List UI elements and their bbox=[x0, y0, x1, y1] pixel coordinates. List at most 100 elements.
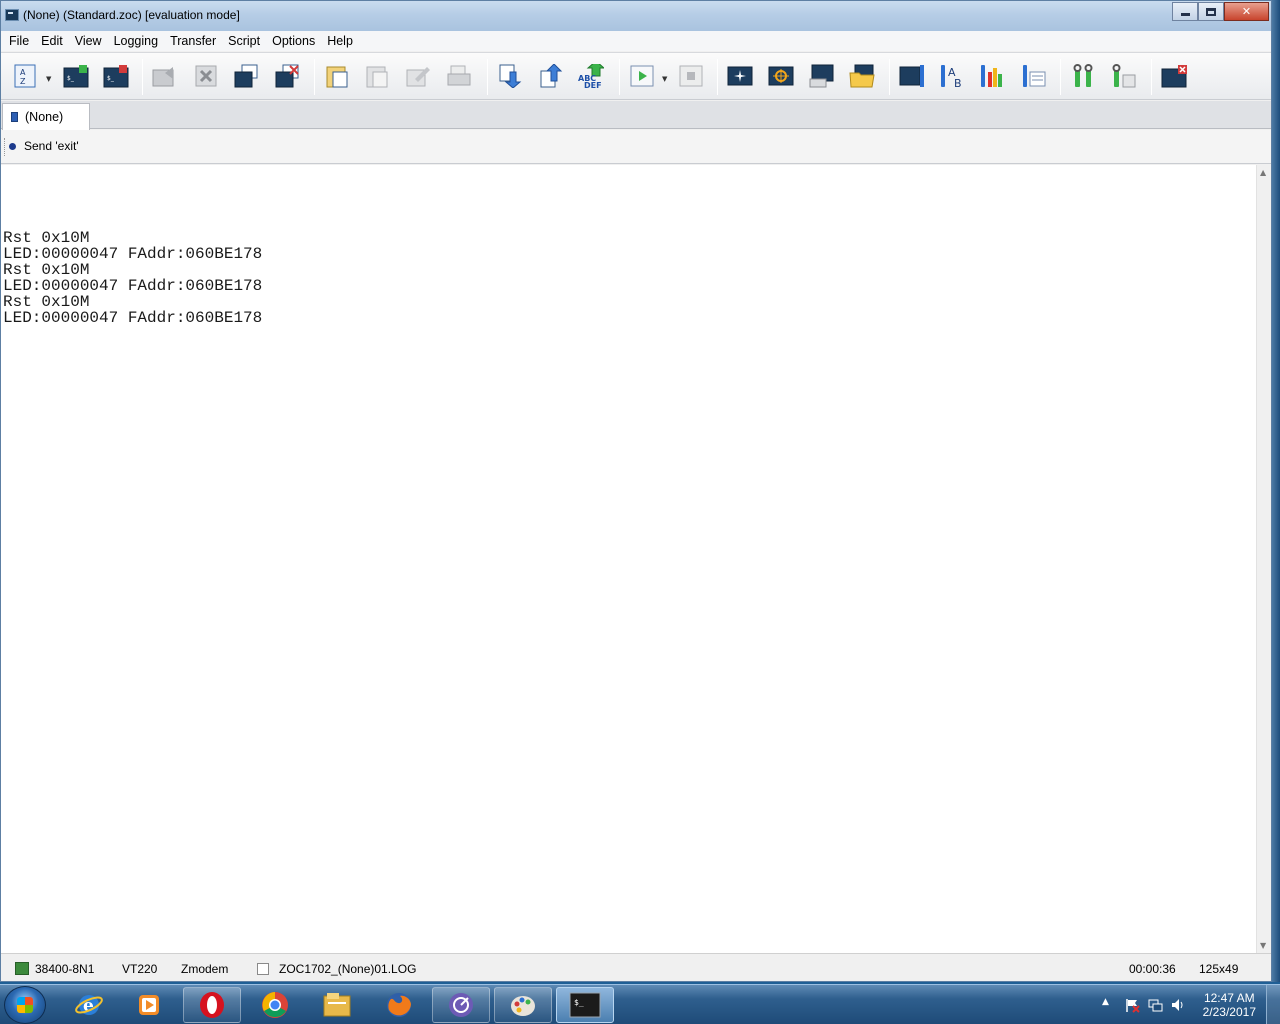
logging-checkbox[interactable] bbox=[257, 963, 269, 975]
status-logfile[interactable]: ZOC1702_(None)01.LOG bbox=[279, 962, 416, 976]
stop-button[interactable] bbox=[676, 61, 706, 91]
chevron-down-icon[interactable]: ▼ bbox=[662, 75, 669, 83]
exit-button[interactable] bbox=[1159, 61, 1189, 91]
desktop-edge bbox=[1272, 0, 1280, 982]
terminal-app-icon[interactable] bbox=[5, 9, 19, 21]
send-exit-label: Send 'exit' bbox=[24, 139, 79, 153]
paint-icon bbox=[511, 996, 535, 1016]
terminal-screen[interactable]: Rst 0x10M LED:00000047 FAddr:060BE178 Rs… bbox=[1, 165, 1256, 953]
menu-edit[interactable]: Edit bbox=[35, 34, 69, 48]
font-button[interactable]: AB bbox=[936, 61, 966, 91]
toolbar-separator bbox=[1060, 59, 1061, 95]
show-desktop-button[interactable] bbox=[1266, 985, 1280, 1024]
highlight-button[interactable] bbox=[725, 61, 755, 91]
download-button[interactable] bbox=[495, 61, 525, 91]
run-script-button[interactable] bbox=[627, 61, 657, 91]
translate-button[interactable]: ABC DEF bbox=[576, 61, 606, 91]
paste-button[interactable] bbox=[322, 61, 352, 91]
maximize-icon bbox=[1206, 7, 1216, 16]
system-tray: ▲ 12:47 AM 2/23/2017 bbox=[1090, 985, 1280, 1024]
tab-session-none[interactable]: (None) bbox=[2, 103, 90, 130]
button-bar-grip[interactable] bbox=[4, 138, 6, 156]
close-button[interactable]: ✕ bbox=[1224, 2, 1269, 21]
serial-port-icon bbox=[15, 962, 29, 975]
edit-icon bbox=[406, 67, 430, 87]
edit-button[interactable] bbox=[403, 61, 433, 91]
program-settings-icon bbox=[1112, 64, 1136, 88]
menu-transfer[interactable]: Transfer bbox=[164, 34, 222, 48]
window-controls: ✕ bbox=[1172, 2, 1269, 21]
bullet-icon bbox=[9, 142, 16, 150]
font-icon: AB bbox=[941, 65, 962, 88]
start-button[interactable] bbox=[4, 986, 46, 1024]
address-book-button[interactable]: AZ bbox=[10, 61, 40, 91]
disconnect-button[interactable]: $_ bbox=[101, 61, 131, 91]
tab-label: (None) bbox=[25, 110, 64, 124]
session-tab-bar: (None) bbox=[1, 101, 1271, 130]
sort-az-icon: AZ bbox=[14, 64, 36, 88]
options-icon bbox=[1023, 65, 1046, 87]
windows-logo-icon bbox=[17, 997, 33, 1013]
terminal-output: Rst 0x10M LED:00000047 FAddr:060BE178 Rs… bbox=[3, 230, 262, 326]
program-settings-button[interactable] bbox=[1108, 61, 1138, 91]
taskbar-bittorrent[interactable] bbox=[432, 987, 490, 1023]
clock[interactable]: 12:47 AM 2/23/2017 bbox=[1203, 991, 1256, 1019]
options-button[interactable] bbox=[1018, 61, 1048, 91]
vertical-scrollbar[interactable]: ▲ ▼ bbox=[1256, 165, 1271, 953]
user-button-bar: Send 'exit' bbox=[1, 130, 1271, 164]
scroll-up-icon[interactable]: ▲ bbox=[1260, 168, 1266, 177]
taskbar-paint[interactable] bbox=[494, 987, 552, 1023]
paste-special-button[interactable] bbox=[362, 61, 392, 91]
svg-text:$_: $_ bbox=[67, 75, 75, 82]
taskbar-chrome[interactable] bbox=[246, 987, 304, 1023]
colors-button[interactable] bbox=[976, 61, 1006, 91]
tools-button[interactable] bbox=[1068, 61, 1098, 91]
show-hidden-icons-icon[interactable]: ▲ bbox=[1102, 997, 1109, 1007]
maximize-button[interactable] bbox=[1198, 2, 1224, 21]
svg-text:B: B bbox=[954, 77, 962, 88]
file-explorer-icon bbox=[323, 993, 351, 1017]
terminal-window-button[interactable] bbox=[807, 61, 837, 91]
session-close-icon bbox=[275, 64, 299, 88]
target-icon bbox=[768, 66, 794, 86]
terminal-window-icon bbox=[809, 64, 834, 88]
run-script-icon bbox=[630, 65, 654, 87]
menu-view[interactable]: View bbox=[69, 34, 108, 48]
action-center-flag-icon[interactable] bbox=[1124, 997, 1140, 1013]
network-icon[interactable] bbox=[1147, 997, 1163, 1013]
session-close-button[interactable] bbox=[272, 61, 302, 91]
send-exit-button[interactable]: Send 'exit' bbox=[9, 139, 79, 153]
delete-button[interactable] bbox=[191, 61, 221, 91]
taskbar-zoc-terminal[interactable]: $_ bbox=[556, 987, 614, 1023]
status-emulation[interactable]: VT220 bbox=[122, 962, 157, 976]
taskbar-firefox[interactable] bbox=[370, 987, 428, 1023]
taskbar-opera[interactable] bbox=[183, 987, 241, 1023]
menu-options[interactable]: Options bbox=[266, 34, 321, 48]
menu-file[interactable]: File bbox=[3, 34, 35, 48]
chevron-down-icon[interactable]: ▼ bbox=[46, 75, 53, 83]
status-size: 125x49 bbox=[1199, 962, 1239, 976]
toolbar-separator bbox=[717, 59, 718, 95]
open-folder-button[interactable] bbox=[847, 61, 877, 91]
host-back-icon bbox=[152, 67, 174, 87]
menu-help[interactable]: Help bbox=[321, 34, 359, 48]
upload-button[interactable] bbox=[536, 61, 566, 91]
session-copy-button[interactable] bbox=[231, 61, 261, 91]
menu-script[interactable]: Script bbox=[222, 34, 266, 48]
host-back-button[interactable] bbox=[149, 61, 179, 91]
volume-icon[interactable] bbox=[1170, 997, 1186, 1013]
print-button[interactable] bbox=[444, 61, 474, 91]
svg-text:Z: Z bbox=[20, 77, 26, 86]
target-button[interactable] bbox=[766, 61, 796, 91]
status-transfer[interactable]: Zmodem bbox=[181, 962, 228, 976]
session-settings-button[interactable] bbox=[897, 61, 927, 91]
window-title: (None) (Standard.zoc) [evaluation mode] bbox=[23, 8, 240, 22]
taskbar-file-explorer[interactable] bbox=[308, 987, 366, 1023]
menu-logging[interactable]: Logging bbox=[108, 34, 165, 48]
scroll-down-icon[interactable]: ▼ bbox=[1260, 941, 1266, 950]
taskbar-internet-explorer[interactable]: e bbox=[60, 987, 118, 1023]
connect-button[interactable]: $_ bbox=[61, 61, 91, 91]
tools-icon bbox=[1073, 64, 1093, 87]
minimize-button[interactable] bbox=[1172, 2, 1198, 21]
taskbar-media-player[interactable] bbox=[120, 987, 178, 1023]
